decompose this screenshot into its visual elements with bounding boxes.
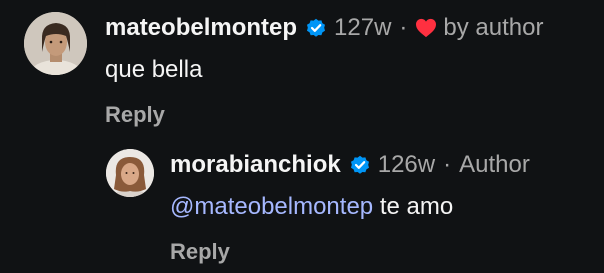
comment-text: @mateobelmontep te amo xyxy=(170,191,530,223)
heart-icon xyxy=(415,18,437,38)
comment-text-body: te amo xyxy=(373,193,454,220)
username[interactable]: morabianchiok xyxy=(170,149,341,181)
avatar[interactable] xyxy=(106,149,154,197)
avatar[interactable] xyxy=(24,12,87,75)
verified-badge-icon xyxy=(306,18,326,38)
timestamp: 126w xyxy=(377,151,436,178)
comment-header: morabianchiok 126w · Author xyxy=(170,149,530,181)
reply-button[interactable]: Reply xyxy=(170,237,530,267)
comment: mateobelmontep 127w · by author que bell… xyxy=(24,12,543,130)
reply-button[interactable]: Reply xyxy=(105,100,543,130)
username[interactable]: mateobelmontep xyxy=(105,12,297,44)
author-label: Author xyxy=(459,151,530,178)
liked-by-author-label: by author xyxy=(443,14,544,41)
verified-badge-icon xyxy=(350,155,370,175)
reply-comment: morabianchiok 126w · Author @mateobelmon… xyxy=(106,149,530,267)
mention-link[interactable]: @mateobelmontep xyxy=(170,193,373,220)
comment-header: mateobelmontep 127w · by author xyxy=(105,12,543,44)
comment-text: que bella xyxy=(105,56,203,83)
timestamp: 127w xyxy=(334,14,392,41)
separator-dot: · xyxy=(443,151,452,178)
separator-dot: · xyxy=(399,14,408,41)
